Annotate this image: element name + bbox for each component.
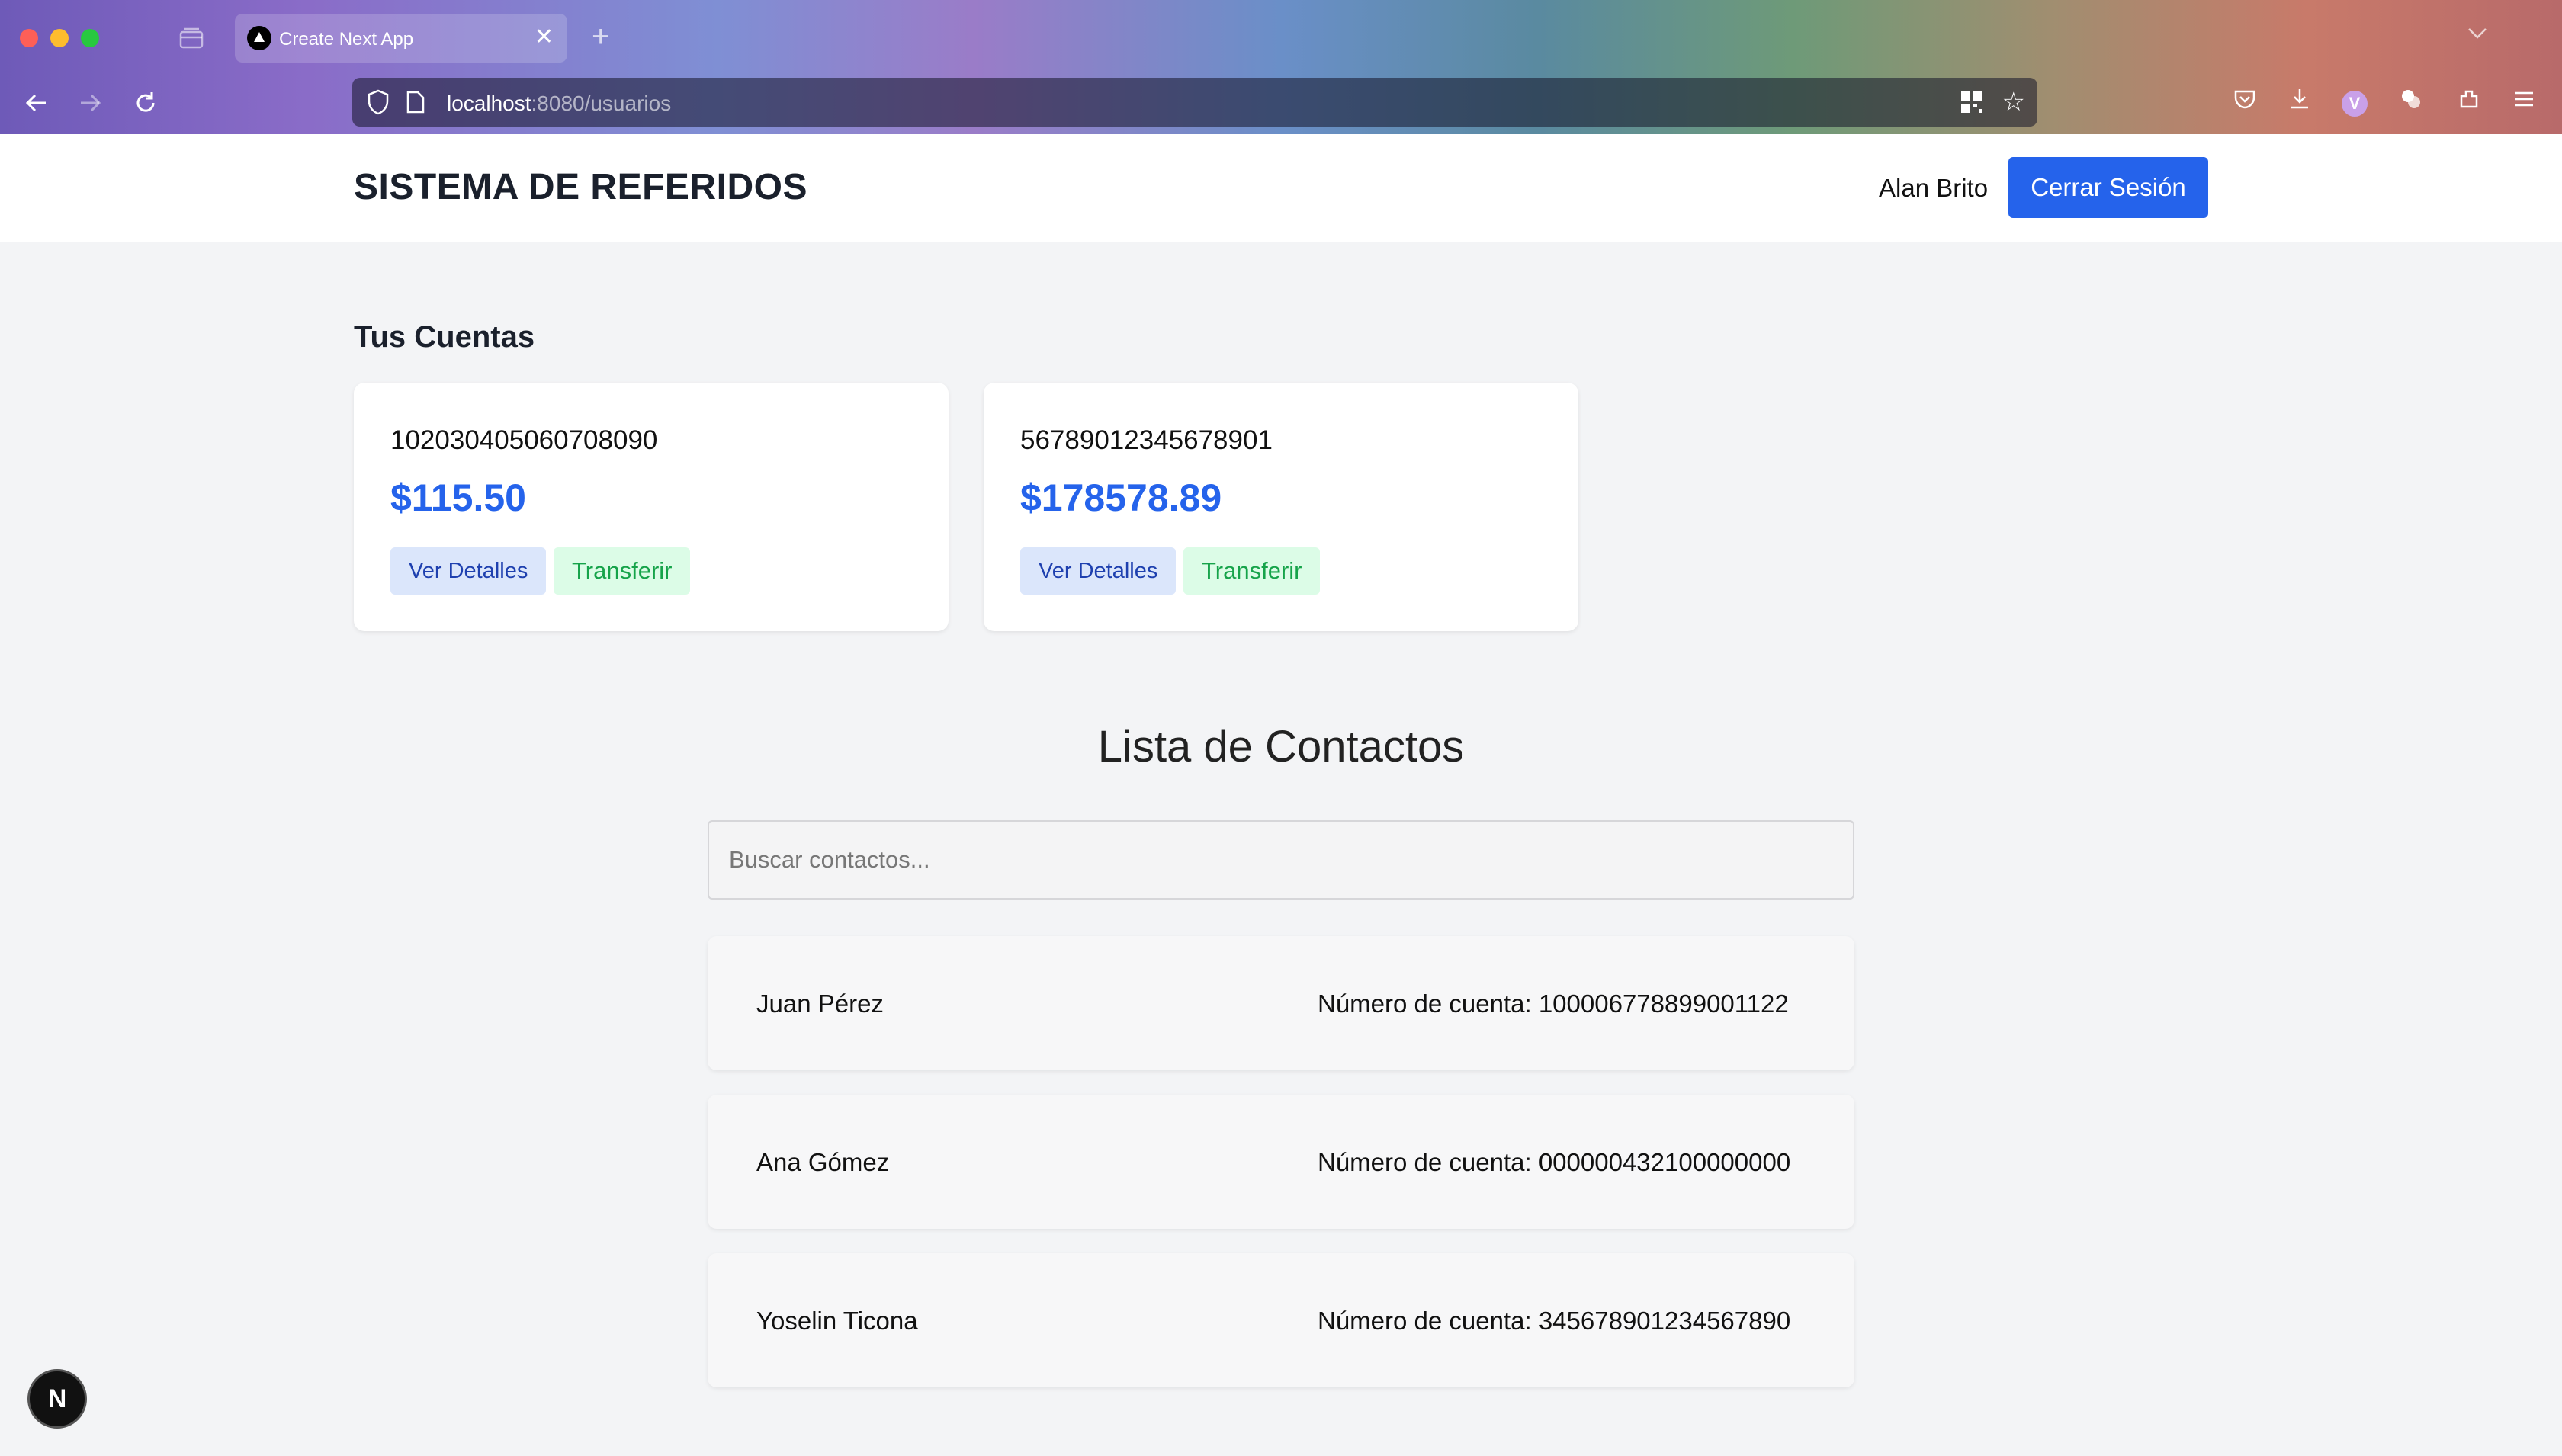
nextjs-favicon-icon — [247, 26, 271, 50]
contact-name: Yoselin Ticona — [756, 1307, 918, 1335]
user-name: Alan Brito — [1879, 174, 1989, 202]
browser-titlebar: Create Next App ✕ + — [0, 0, 2562, 72]
page-content: SISTEMA DE REFERIDOS Alan Brito Cerrar S… — [0, 134, 2562, 1456]
logout-button[interactable]: Cerrar Sesión — [2008, 157, 2208, 218]
qr-code-icon[interactable] — [1960, 90, 1984, 114]
close-window-icon[interactable] — [20, 29, 38, 47]
brand-title: SISTEMA DE REFERIDOS — [354, 167, 807, 207]
account-balance: $115.50 — [390, 476, 526, 519]
contact-account-number: Número de cuenta: 345678901234567890 — [1318, 1307, 1791, 1335]
pocket-icon[interactable] — [2230, 87, 2260, 117]
nextjs-dev-tools-icon[interactable]: N — [27, 1369, 87, 1429]
account-card: 56789012345678901 $178578.89 Ver Detalle… — [984, 383, 1578, 631]
app-header: SISTEMA DE REFERIDOS Alan Brito Cerrar S… — [0, 134, 2562, 242]
contact-list-item[interactable]: Juan Pérez Número de cuenta: 10000677889… — [708, 936, 1854, 1070]
browser-chrome: Create Next App ✕ + localhost:8080/usuar… — [0, 0, 2562, 134]
hamburger-menu-icon[interactable] — [2509, 87, 2539, 117]
minimize-window-icon[interactable] — [50, 29, 69, 47]
search-contacts-input[interactable] — [708, 820, 1854, 900]
account-card: 102030405060708090 $115.50 Ver Detalles … — [354, 383, 949, 631]
page-info-icon[interactable] — [406, 90, 425, 114]
contact-list-item[interactable]: Yoselin Ticona Número de cuenta: 3456789… — [708, 1253, 1854, 1387]
tab-title: Create Next App — [279, 29, 414, 50]
url-host: localhost — [447, 91, 531, 115]
contacts-section-title: Lista de Contactos — [1097, 722, 1465, 771]
account-number: 56789012345678901 — [1020, 425, 1273, 455]
close-tab-icon[interactable]: ✕ — [535, 24, 554, 50]
view-details-button[interactable]: Ver Detalles — [1020, 547, 1177, 595]
accounts-section-title: Tus Cuentas — [354, 320, 535, 354]
contact-name: Ana Gómez — [756, 1148, 890, 1176]
new-tab-icon[interactable]: + — [592, 20, 609, 53]
extension-icon[interactable] — [2396, 87, 2426, 117]
shield-icon[interactable] — [366, 88, 390, 116]
chevron-down-icon[interactable] — [2466, 21, 2489, 47]
url-text[interactable]: localhost:8080/usuarios — [447, 91, 671, 116]
extensions-puzzle-icon[interactable] — [2454, 87, 2484, 117]
view-details-button[interactable]: Ver Detalles — [390, 547, 547, 595]
browser-tab-active[interactable]: Create Next App ✕ — [235, 14, 567, 63]
contact-account-number: Número de cuenta: 100006778899001122 — [1318, 989, 1789, 1018]
account-number: 102030405060708090 — [390, 425, 658, 455]
profile-avatar-icon[interactable]: V — [2339, 87, 2370, 117]
contact-name: Juan Pérez — [756, 989, 884, 1018]
reload-icon[interactable] — [127, 84, 165, 122]
tab-overview-icon[interactable] — [178, 26, 204, 50]
back-arrow-icon[interactable] — [17, 84, 55, 122]
account-balance: $178578.89 — [1020, 476, 1222, 519]
forward-arrow-icon[interactable] — [72, 84, 110, 122]
address-bar[interactable]: localhost:8080/usuarios ☆ — [352, 78, 2037, 127]
contact-list-item[interactable]: Ana Gómez Número de cuenta: 000000432100… — [708, 1095, 1854, 1229]
bookmark-star-icon[interactable]: ☆ — [2002, 87, 2025, 117]
browser-navbar: localhost:8080/usuarios ☆ V — [0, 72, 2562, 134]
maximize-window-icon[interactable] — [81, 29, 99, 47]
transfer-button[interactable]: Transferir — [1183, 547, 1321, 595]
transfer-button[interactable]: Transferir — [554, 547, 691, 595]
download-icon[interactable] — [2284, 87, 2315, 117]
url-path: :8080/usuarios — [531, 91, 672, 115]
contact-account-number: Número de cuenta: 000000432100000000 — [1318, 1148, 1791, 1176]
